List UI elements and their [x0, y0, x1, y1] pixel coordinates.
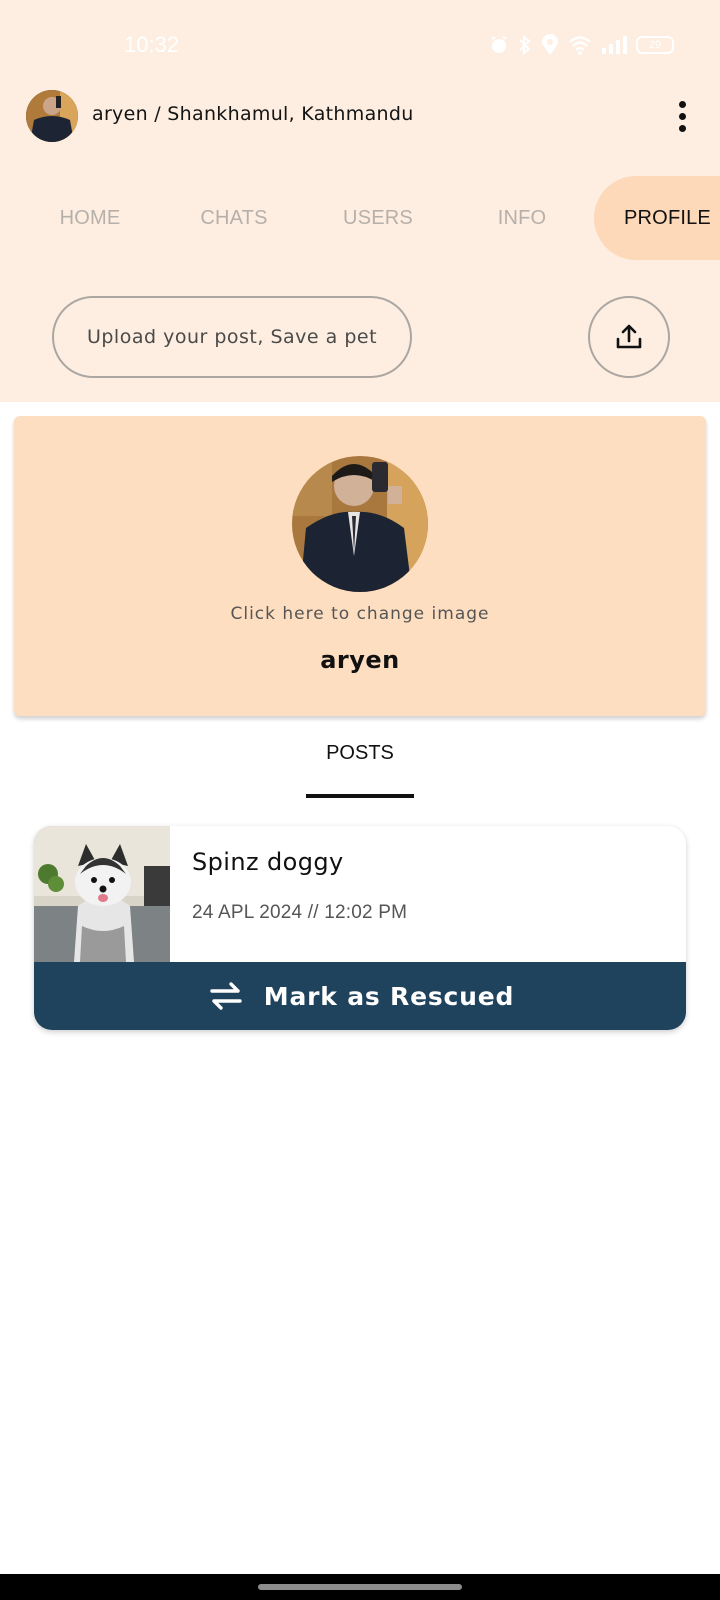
tab-bar: HOME CHATS USERS INFO PROFILE	[0, 176, 720, 260]
posts-tab-indicator	[306, 794, 414, 798]
profile-card: Click here to change image aryen	[14, 416, 706, 716]
upload-icon	[616, 324, 642, 349]
status-time: 10:32	[124, 32, 180, 57]
tab-profile[interactable]: PROFILE	[594, 176, 720, 260]
upload-post-input[interactable]: Upload your post, Save a pet	[52, 296, 412, 378]
bluetooth-icon	[519, 35, 531, 55]
tab-posts[interactable]: POSTS	[306, 742, 414, 765]
post-title: Spinz doggy	[192, 848, 344, 876]
tab-home[interactable]: HOME	[18, 176, 162, 260]
profile-name: aryen	[320, 646, 400, 674]
navigation-bar	[0, 1574, 720, 1600]
post-date: 24 APL 2024 // 12:02 PM	[192, 902, 408, 923]
alarm-icon	[491, 36, 507, 53]
header-title: aryen / Shankhamul, Kathmandu	[92, 103, 414, 125]
tab-info[interactable]: INFO	[450, 176, 594, 260]
swap-arrows-icon	[210, 982, 242, 1010]
battery-icon: 29	[636, 36, 674, 54]
location-icon	[542, 34, 558, 55]
mark-as-rescued-button[interactable]: Mark as Rescued	[34, 962, 686, 1030]
avatar[interactable]	[26, 90, 78, 142]
signal-icon	[602, 36, 627, 54]
post-card[interactable]: Spinz doggy 24 APL 2024 // 12:02 PM Mark…	[34, 826, 686, 1030]
tab-chats[interactable]: CHATS	[162, 176, 306, 260]
status-bar: 10:32 29	[0, 0, 720, 90]
profile-avatar[interactable]	[292, 456, 428, 592]
upload-button[interactable]	[588, 296, 670, 378]
tab-users[interactable]: USERS	[306, 176, 450, 260]
change-image-link[interactable]: Click here to change image	[14, 604, 706, 624]
wifi-icon	[569, 36, 591, 55]
app-header: aryen / Shankhamul, Kathmandu	[0, 84, 720, 150]
top-area: 10:32 29 aryen / Shankhamul, Kathmandu H…	[0, 0, 720, 402]
home-indicator[interactable]	[258, 1584, 462, 1590]
more-options-icon[interactable]	[664, 98, 700, 134]
mark-as-rescued-label: Mark as Rescued	[263, 981, 515, 1011]
post-image[interactable]	[34, 826, 170, 962]
status-icons: 29	[489, 34, 674, 56]
